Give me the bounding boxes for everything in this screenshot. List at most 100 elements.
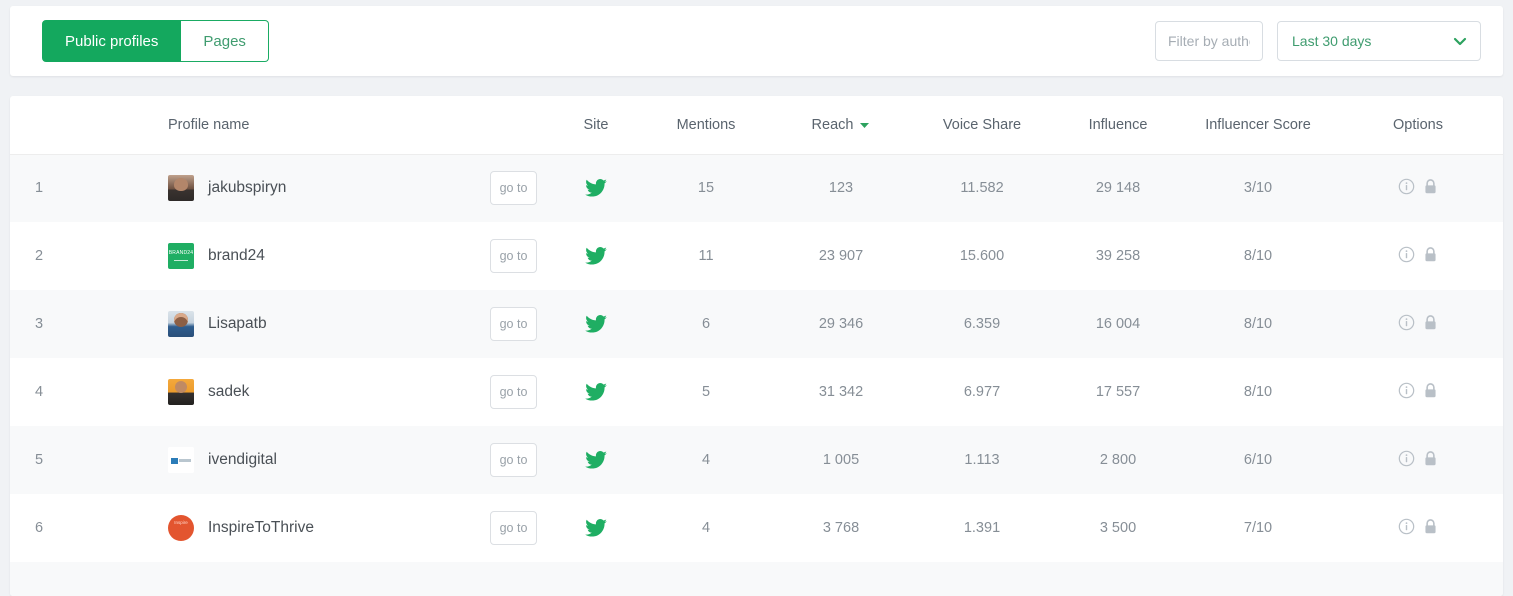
row-influence: 17 557 — [1095, 384, 1141, 400]
profile-name-label: ivendigital — [208, 451, 277, 468]
twitter-icon[interactable] — [585, 247, 607, 269]
table-row[interactable]: 6 Inspire InspireToThrive go to 4 3 768 … — [10, 494, 1503, 562]
go-to-button[interactable]: go to — [490, 307, 537, 341]
profile-type-tabs: Public profiles Pages — [42, 20, 269, 62]
avatar — [168, 175, 194, 202]
row-options-cell — [1333, 358, 1503, 426]
row-site-cell — [551, 154, 641, 222]
row-site-cell — [551, 494, 641, 562]
avatar — [168, 379, 194, 405]
date-range-value: Last 30 days — [1292, 33, 1372, 49]
info-icon[interactable] — [1398, 518, 1415, 535]
row-influencer-score: 7/10 — [1243, 520, 1273, 536]
row-profile-name-cell: ivendigital — [68, 426, 476, 494]
row-profile-name-cell: Lisapatb — [68, 290, 476, 358]
table-row[interactable]: 2 BRAND24 brand24 go to 11 23 907 15.600… — [10, 222, 1503, 290]
row-influencer-score: 3/10 — [1243, 180, 1273, 197]
row-profile-name-cell: sadek — [68, 358, 476, 426]
avatar-inspire-text: Inspire — [174, 520, 188, 525]
go-to-button[interactable]: go to — [490, 511, 537, 545]
avatar — [168, 447, 194, 473]
row-influence: 2 800 — [1099, 452, 1137, 468]
row-options-cell — [1333, 494, 1503, 562]
row-reach: 31 342 — [818, 384, 864, 400]
row-goto-cell: go to — [476, 494, 551, 562]
row-rank: 4 — [34, 384, 44, 400]
twitter-icon[interactable] — [585, 179, 607, 201]
row-goto-cell: go to — [476, 154, 551, 222]
table-row[interactable]: 3 Lisapatb go to 6 29 346 6.359 16 004 8… — [10, 290, 1503, 358]
profile-name-label: sadek — [208, 383, 250, 400]
col-influencer-score: Influencer Score — [1183, 96, 1333, 155]
table-row[interactable]: 5 ivendigital go to 4 1 005 1.113 2 800 … — [10, 426, 1503, 494]
lock-icon[interactable] — [1423, 382, 1438, 399]
row-site-cell — [551, 290, 641, 358]
row-mentions: 6 — [701, 316, 711, 332]
tab-pages[interactable]: Pages — [181, 20, 269, 62]
row-mentions: 4 — [701, 520, 711, 536]
row-reach: 123 — [828, 180, 854, 197]
row-voice-share: 11.582 — [960, 180, 1004, 197]
lock-icon[interactable] — [1423, 518, 1438, 535]
row-reach: 23 907 — [818, 248, 864, 264]
go-to-button[interactable]: go to — [490, 375, 537, 409]
lock-icon[interactable] — [1423, 450, 1438, 467]
lock-icon[interactable] — [1423, 314, 1438, 331]
info-icon[interactable] — [1398, 178, 1415, 195]
toolbar-filters: Last 30 days — [1155, 21, 1481, 61]
go-to-button[interactable]: go to — [490, 443, 537, 477]
info-icon[interactable] — [1398, 314, 1415, 331]
info-icon[interactable] — [1398, 246, 1415, 263]
row-options-cell — [1333, 154, 1503, 222]
profile-name-label: jakubspiryn — [208, 179, 287, 197]
row-options-cell — [1333, 222, 1503, 290]
row-rank: 2 — [34, 248, 44, 264]
row-influencer-score: 8/10 — [1243, 248, 1273, 264]
twitter-icon[interactable] — [585, 451, 607, 473]
tab-public-profiles[interactable]: Public profiles — [42, 20, 182, 62]
row-mentions: 15 — [697, 180, 715, 197]
twitter-icon[interactable] — [585, 315, 607, 337]
row-influencer-score: 6/10 — [1243, 452, 1273, 468]
row-site-cell — [551, 358, 641, 426]
go-to-button[interactable]: go to — [490, 171, 537, 206]
row-goto-cell: go to — [476, 426, 551, 494]
profiles-table: Profile name Site Mentions Reach Voice S… — [10, 96, 1503, 596]
row-rank: 5 — [34, 452, 44, 468]
row-voice-share: 6.359 — [963, 316, 1001, 332]
lock-icon[interactable] — [1423, 246, 1438, 263]
row-rank: 6 — [34, 520, 44, 536]
profiles-table-card: Profile name Site Mentions Reach Voice S… — [10, 96, 1503, 596]
filter-by-author-input[interactable] — [1155, 21, 1263, 61]
col-influence: Influence — [1053, 96, 1183, 155]
go-to-button[interactable]: go to — [490, 239, 537, 273]
row-profile-name-cell: BRAND24 brand24 — [68, 222, 476, 290]
date-range-select[interactable]: Last 30 days — [1277, 21, 1481, 61]
profile-name-label: Lisapatb — [208, 315, 267, 332]
row-influence: 29 148 — [1095, 180, 1141, 197]
twitter-icon[interactable] — [585, 519, 607, 541]
col-reach[interactable]: Reach — [771, 96, 911, 155]
lock-icon[interactable] — [1423, 178, 1438, 195]
sort-desc-icon — [859, 121, 870, 129]
table-row[interactable]: 4 sadek go to 5 31 342 6.977 17 557 8/10 — [10, 358, 1503, 426]
row-profile-name-cell: jakubspiryn — [68, 154, 476, 222]
info-icon[interactable] — [1398, 382, 1415, 399]
col-goto — [476, 96, 551, 155]
profile-name-label: InspireToThrive — [208, 519, 314, 536]
col-reach-label: Reach — [811, 116, 854, 133]
row-influence: 3 500 — [1099, 520, 1137, 536]
table-row-partial[interactable] — [10, 562, 1503, 596]
row-site-cell — [551, 426, 641, 494]
col-voice-share: Voice Share — [911, 96, 1053, 155]
table-body: 1 jakubspiryn go to 15 123 11.582 29 148… — [10, 154, 1503, 596]
row-options-cell — [1333, 290, 1503, 358]
twitter-icon[interactable] — [585, 383, 607, 405]
partial-row-cell — [10, 562, 1503, 596]
table-row[interactable]: 1 jakubspiryn go to 15 123 11.582 29 148… — [10, 154, 1503, 222]
row-influence: 39 258 — [1095, 248, 1141, 264]
profile-name-label: brand24 — [208, 247, 265, 264]
top-toolbar: Public profiles Pages Last 30 days — [10, 6, 1503, 76]
row-voice-share: 1.113 — [964, 452, 1000, 468]
info-icon[interactable] — [1398, 450, 1415, 467]
